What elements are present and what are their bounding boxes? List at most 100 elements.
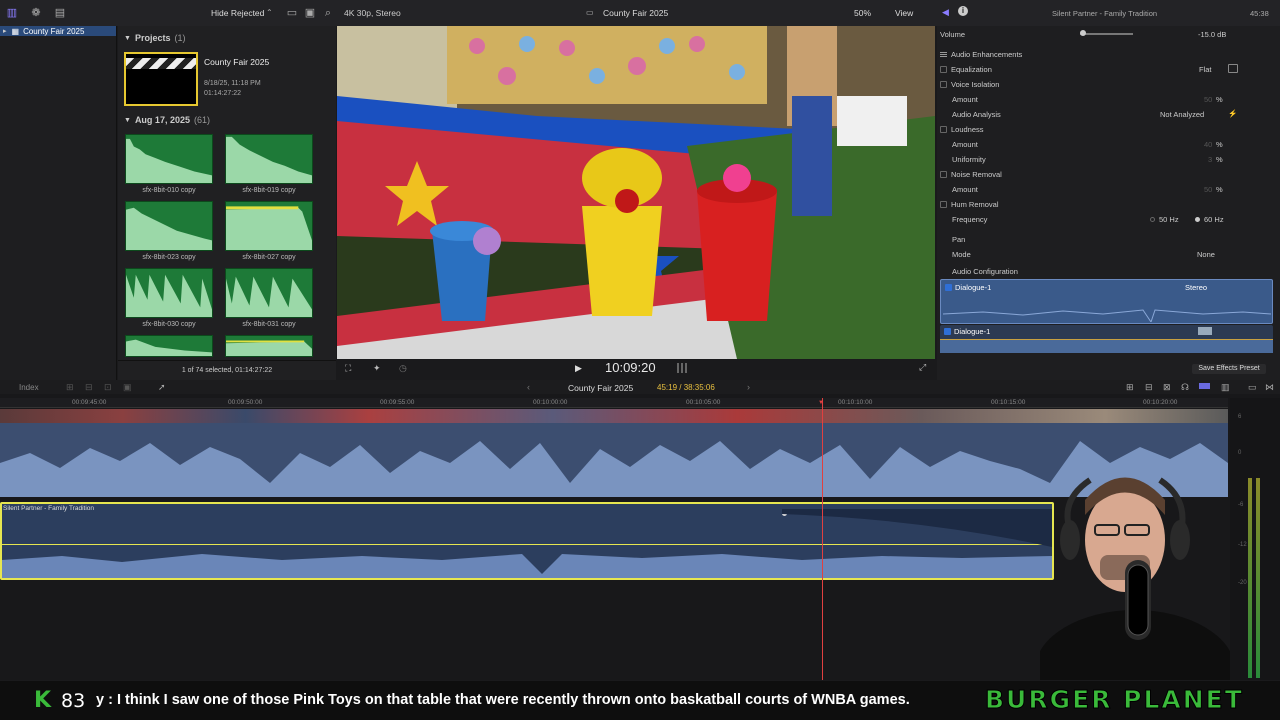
- timeline-ruler[interactable]: 00:09:45:00 00:09:50:00 00:09:55:00 00:1…: [0, 398, 1228, 408]
- index-button[interactable]: Index: [19, 383, 39, 392]
- library-item[interactable]: ▸ ▦ County Fair 2025: [0, 26, 116, 36]
- dialogue-checkbox[interactable]: [944, 328, 951, 335]
- clip-height-icon[interactable]: ⊟: [1145, 382, 1153, 393]
- clip-thumbnail[interactable]: [225, 268, 313, 318]
- loudness-checkbox[interactable]: [940, 125, 947, 133]
- projects-count: (1): [174, 33, 186, 43]
- equalization-dropdown[interactable]: Flat: [1199, 65, 1212, 74]
- clip-thumbnail[interactable]: [225, 335, 313, 357]
- radio-60hz[interactable]: [1195, 217, 1200, 222]
- volume-slider-knob[interactable]: [1080, 30, 1086, 36]
- magic-wand-icon[interactable]: ⚡: [1228, 109, 1237, 118]
- timeline-index-icon[interactable]: ▥: [1221, 382, 1230, 393]
- dialogue-label: Dialogue-1: [955, 283, 992, 292]
- overwrite-clip-icon[interactable]: ▣: [123, 382, 132, 393]
- append-clip-icon[interactable]: ⊡: [104, 382, 112, 393]
- clip-thumbnail[interactable]: [125, 268, 213, 318]
- select-tool-icon[interactable]: ➚: [158, 382, 166, 393]
- radio-50hz[interactable]: [1150, 217, 1155, 222]
- audio-meters: 6 0 -6 -12 -20: [1230, 398, 1280, 680]
- insert-clip-icon[interactable]: ⊟: [85, 382, 93, 393]
- display-icon[interactable]: ▭: [1248, 382, 1257, 393]
- projects-header[interactable]: ▼ Projects (1): [124, 33, 185, 43]
- skimming-icon[interactable]: [1199, 383, 1210, 389]
- video-filmstrip[interactable]: [0, 409, 1228, 423]
- eq-graph-icon[interactable]: [1228, 64, 1238, 73]
- voice-isolation-checkbox[interactable]: [940, 80, 947, 88]
- view-dropdown[interactable]: View: [895, 8, 913, 18]
- project-thumbnail[interactable]: [124, 52, 198, 106]
- photos-icon[interactable]: ❁: [30, 7, 42, 19]
- transform-icon[interactable]: ⛶: [345, 363, 351, 374]
- enhancements-header[interactable]: Audio Enhancements: [940, 47, 1273, 61]
- amount-value[interactable]: 40: [1204, 140, 1212, 149]
- forward-arrow-icon[interactable]: ›: [747, 382, 750, 392]
- headphones-icon[interactable]: ☊: [1181, 382, 1189, 393]
- channel-dialogue-1[interactable]: Dialogue-1 Stereo: [940, 279, 1273, 324]
- effects-icon[interactable]: ⋈: [1265, 382, 1274, 393]
- save-effects-preset-button[interactable]: Save Effects Preset: [1192, 364, 1266, 374]
- ruler-tick: 00:10:20:00: [1143, 399, 1178, 406]
- equalization-checkbox[interactable]: [940, 65, 947, 73]
- audio-inspector-icon[interactable]: ◀: [942, 7, 949, 18]
- clip-thumbnail[interactable]: [125, 201, 213, 251]
- filter-dropdown[interactable]: Hide Rejected: [211, 8, 264, 18]
- zoom-dropdown[interactable]: 50%: [854, 8, 871, 18]
- channel-dialogue-2[interactable]: Dialogue-1: [940, 325, 1273, 353]
- audio-analysis-row: Audio Analysis Not Analyzed ⚡: [940, 107, 1273, 121]
- project-name: County Fair 2025: [204, 57, 270, 67]
- dialogue-checkbox[interactable]: [945, 284, 952, 291]
- hum-removal-checkbox[interactable]: [940, 200, 947, 208]
- amount-value[interactable]: 50: [1204, 185, 1212, 194]
- clip-appearance-icon[interactable]: ▭: [286, 7, 298, 19]
- meter-label: -6: [1238, 502, 1244, 508]
- date-group-header[interactable]: ▼ Aug 17, 2025 (61): [124, 115, 210, 125]
- clip-thumbnail[interactable]: [125, 134, 213, 184]
- viewer-timecode: 10:09:20: [605, 360, 656, 375]
- music-clip[interactable]: Silent Partner - Family Tradition: [0, 502, 1054, 580]
- channel-icon: [1198, 327, 1212, 335]
- volume-value[interactable]: -15.0 dB: [1198, 30, 1226, 39]
- clip-thumbnail[interactable]: [225, 201, 313, 251]
- filmstrip-icon[interactable]: ▣: [304, 7, 316, 19]
- titles-icon[interactable]: ▤: [54, 7, 66, 19]
- waveform: [943, 309, 1271, 322]
- percent-unit: %: [1216, 155, 1223, 164]
- back-arrow-icon[interactable]: ‹: [527, 382, 530, 392]
- video-frame-image: [337, 26, 935, 359]
- clip-thumbnail[interactable]: [225, 134, 313, 184]
- playhead[interactable]: [822, 398, 823, 680]
- speed-icon[interactable]: ◷: [399, 363, 407, 374]
- enhance-icon[interactable]: ✦: [373, 363, 381, 374]
- library-icon[interactable]: ▥: [6, 7, 18, 19]
- timeline: Index ⊞ ⊟ ⊡ ▣ ➚ ‹ County Fair 2025 45:19…: [0, 380, 1280, 680]
- ruler-tick: 00:10:00:00: [533, 399, 568, 406]
- amount-value[interactable]: 50: [1204, 95, 1212, 104]
- clip-thumbnail[interactable]: [125, 335, 213, 357]
- percent-unit: %: [1216, 140, 1223, 149]
- channel-mode-dropdown[interactable]: Stereo: [1185, 283, 1207, 292]
- noise-removal-checkbox[interactable]: [940, 170, 947, 178]
- uniformity-value[interactable]: 3: [1208, 155, 1212, 164]
- volume-slider-track[interactable]: [1080, 33, 1133, 35]
- play-icon[interactable]: ▶: [575, 363, 582, 374]
- timeline-title[interactable]: County Fair 2025: [568, 383, 633, 393]
- ruler-tick: 00:09:45:00: [72, 399, 107, 406]
- subtitle-bar: K 83 y : I think I saw one of those Pink…: [0, 681, 1280, 720]
- info-icon[interactable]: i: [958, 6, 968, 16]
- snapping-icon[interactable]: ⊠: [1163, 382, 1171, 393]
- viewer-count: 83: [61, 690, 86, 712]
- pan-mode-dropdown[interactable]: None: [1197, 250, 1215, 259]
- viewer-video[interactable]: [337, 26, 935, 359]
- amount-label: Amount: [952, 139, 978, 149]
- pan-label: Pan: [952, 234, 966, 244]
- frequency-60hz: 60 Hz: [1204, 215, 1224, 224]
- zoom-in-icon[interactable]: ⊞: [1126, 382, 1134, 393]
- noise-removal-row: Noise Removal: [940, 167, 1273, 181]
- connect-clip-icon[interactable]: ⊞: [66, 382, 74, 393]
- fullscreen-icon[interactable]: ⤢: [919, 362, 926, 373]
- search-icon[interactable]: ⌕: [322, 7, 334, 19]
- voice-isolation-label: Voice Isolation: [951, 79, 1000, 89]
- loudness-label: Loudness: [951, 124, 984, 134]
- project-icon: ▭: [586, 8, 594, 17]
